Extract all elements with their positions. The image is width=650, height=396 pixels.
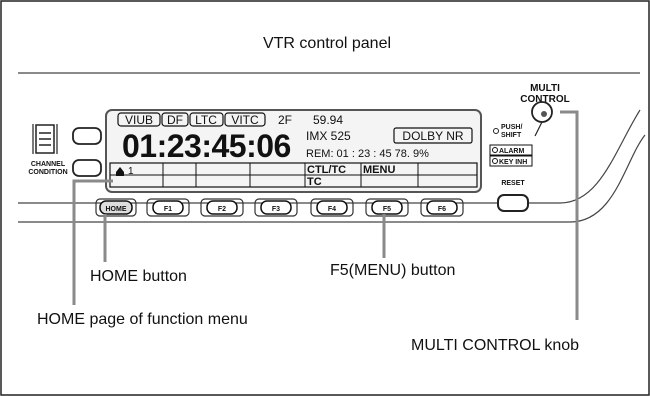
- home-page-callout: HOME page of function menu: [37, 311, 248, 328]
- timecode-readout: 01:23:45:06: [122, 128, 291, 164]
- channel-condition-label-line1: CHANNEL: [31, 161, 66, 168]
- figure: VTR control panel CHANNEL CONDITION VIUB …: [0, 0, 650, 396]
- menu-page-number: 1: [128, 166, 134, 177]
- dolby-indicator: DOLBY NR: [402, 129, 463, 143]
- lcd-display: VIUB DF LTC VITC 2F 59.94 01:23:45:06 IM…: [105, 109, 482, 193]
- home-button-callout: HOME button: [90, 268, 187, 285]
- remain-readout: REM: 01 : 23 : 45 78. 9%: [306, 148, 429, 160]
- vtr-panel-diagram: VTR control panel CHANNEL CONDITION VIUB …: [0, 0, 650, 396]
- multi-control-label-line1: MULTI: [530, 83, 560, 94]
- figure-frame: [0, 0, 650, 396]
- alarm-label: ALARM: [499, 148, 524, 155]
- f5-button-label: F5: [383, 206, 391, 213]
- menu-cell-ctl-tc: CTL/TC: [307, 164, 346, 176]
- tc-label-ltc: LTC: [195, 113, 217, 127]
- field-indicator: 2F: [278, 113, 292, 127]
- reset-label: RESET: [501, 180, 525, 187]
- format-readout: IMX 525: [306, 129, 351, 143]
- f6-button-label: F6: [438, 206, 446, 213]
- f1-button-label: F1: [164, 206, 172, 213]
- channel-condition-button[interactable]: [72, 159, 102, 177]
- f3-button-label: F3: [272, 206, 280, 213]
- push-shift-label-line2: SHIFT: [501, 132, 522, 139]
- f4-button-label: F4: [328, 206, 336, 213]
- push-shift-label: PUSH/SHIFT: [501, 124, 522, 139]
- tc-label-vitc: VITC: [231, 113, 259, 127]
- key-inh-label: KEY INH: [499, 159, 527, 166]
- f2-button-label: F2: [218, 206, 226, 213]
- home-button-label: HOME: [106, 206, 127, 213]
- tc-label-viub: VIUB: [125, 113, 153, 127]
- reset-button[interactable]: [497, 194, 529, 212]
- frame-rate: 59.94: [313, 113, 343, 127]
- figure-title: VTR control panel: [263, 35, 391, 52]
- push-shift-label-line1: PUSH/: [501, 124, 522, 131]
- upper-left-button[interactable]: [72, 127, 102, 145]
- channel-condition-label-line2: CONDITION: [28, 169, 67, 176]
- channel-condition-label: CHANNEL CONDITION: [28, 161, 67, 176]
- multi-knob-callout: MULTI CONTROL knob: [411, 337, 579, 354]
- tc-label-df: DF: [167, 113, 183, 127]
- menu-cell-menu: MENU: [363, 164, 395, 176]
- f5-button-callout: F5(MENU) button: [330, 262, 455, 279]
- menu-cell-tc: TC: [307, 176, 322, 188]
